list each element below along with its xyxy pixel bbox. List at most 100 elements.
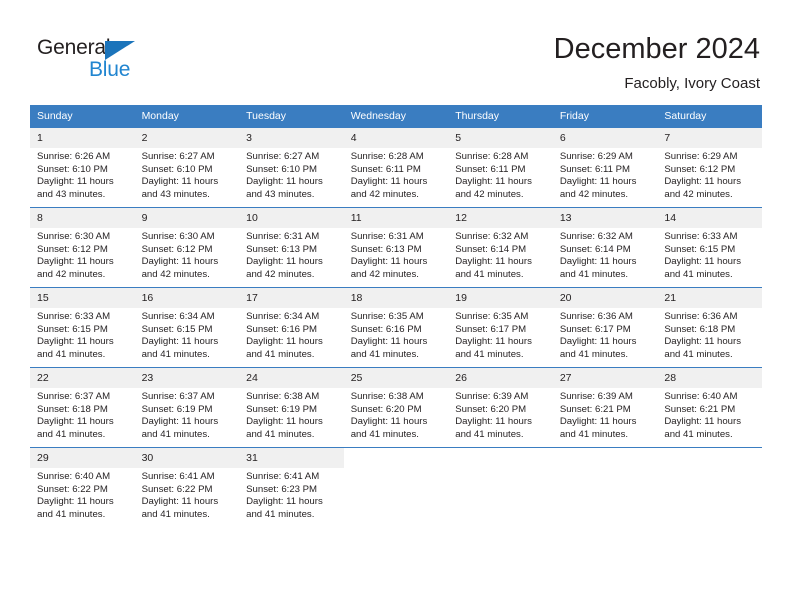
day-details: Sunrise: 6:35 AM Sunset: 6:16 PM Daylight:… xyxy=(344,308,449,361)
day-details: Sunrise: 6:38 AM Sunset: 6:19 PM Daylight:… xyxy=(239,388,344,441)
calendar-day-cell[interactable]: 30 Sunrise: 6:41 AM Sunset: 6:22 PM Dayligh… xyxy=(134,447,240,527)
calendar-day-cell[interactable]: 24 Sunrise: 6:38 AM Sunset: 6:19 PM Dayligh… xyxy=(239,367,344,448)
day-number xyxy=(657,448,762,468)
sunset-text: Sunset: 6:21 PM xyxy=(664,403,736,415)
sunset-text: Sunset: 6:10 PM xyxy=(37,163,108,175)
calendar-day-cell[interactable]: 17 Sunrise: 6:34 AM Sunset: 6:16 PM Dayligh… xyxy=(239,287,344,368)
day-details: Sunrise: 6:27 AM Sunset: 6:10 PM Daylight:… xyxy=(135,148,240,201)
sunset-text: Sunset: 6:19 PM xyxy=(246,403,318,415)
sunrise-text: Sunrise: 6:30 AM xyxy=(141,231,215,242)
calendar-day-cell[interactable]: 11 Sunrise: 6:31 AM Sunset: 6:13 PM Dayligh… xyxy=(343,207,449,288)
sunset-text: Sunset: 6:21 PM xyxy=(559,403,631,415)
sunset-text: Sunset: 6:11 PM xyxy=(350,163,421,175)
day-number: 14 xyxy=(657,208,762,228)
sunrise-text: Sunrise: 6:32 AM xyxy=(559,231,633,242)
sunrise-text: Sunrise: 6:41 AM xyxy=(141,471,215,482)
sunset-text: Sunset: 6:12 PM xyxy=(141,243,213,255)
daylight-text: Daylight: 11 hours and 42 minutes. xyxy=(350,256,428,280)
day-details: Sunrise: 6:28 AM Sunset: 6:11 PM Daylight:… xyxy=(344,148,449,201)
calendar-day-cell[interactable]: 7 Sunrise: 6:29 AM Sunset: 6:12 PM Daylight… xyxy=(657,127,762,208)
day-details: Sunrise: 6:26 AM Sunset: 6:10 PM Daylight:… xyxy=(30,148,135,201)
sunset-text: Sunset: 6:20 PM xyxy=(455,403,527,415)
calendar-day-cell[interactable]: 21 Sunrise: 6:36 AM Sunset: 6:18 PM Dayligh… xyxy=(657,287,762,368)
sunrise-text: Sunrise: 6:29 AM xyxy=(664,151,738,162)
day-number xyxy=(448,448,553,468)
calendar-day-cell[interactable]: 28 Sunrise: 6:40 AM Sunset: 6:21 PM Dayligh… xyxy=(657,367,762,448)
calendar-day-cell[interactable]: 15 Sunrise: 6:33 AM Sunset: 6:15 PM Dayligh… xyxy=(30,287,135,368)
calendar-day-cell[interactable]: 1 Sunrise: 6:26 AM Sunset: 6:10 PM Daylight… xyxy=(30,127,135,208)
calendar-day-cell[interactable]: 31 Sunrise: 6:41 AM Sunset: 6:23 PM Dayligh… xyxy=(239,447,344,527)
day-details: Sunrise: 6:33 AM Sunset: 6:15 PM Daylight:… xyxy=(657,228,762,281)
daylight-text: Daylight: 11 hours and 41 minutes. xyxy=(350,416,428,440)
sunrise-text: Sunrise: 6:36 AM xyxy=(559,311,633,322)
day-number: 5 xyxy=(448,128,553,148)
daylight-text: Daylight: 11 hours and 41 minutes. xyxy=(141,336,219,360)
day-number: 2 xyxy=(134,128,240,148)
sunset-text: Sunset: 6:15 PM xyxy=(141,323,213,335)
day-number: 27 xyxy=(552,368,658,388)
day-number: 16 xyxy=(134,288,240,308)
daylight-text: Daylight: 11 hours and 42 minutes. xyxy=(350,176,428,200)
day-number: 3 xyxy=(239,128,344,148)
calendar-day-cell[interactable]: 12 Sunrise: 6:32 AM Sunset: 6:14 PM Dayligh… xyxy=(448,207,553,288)
calendar-day-cell[interactable]: 18 Sunrise: 6:35 AM Sunset: 6:16 PM Dayligh… xyxy=(343,287,449,368)
sunset-text: Sunset: 6:22 PM xyxy=(37,483,108,495)
calendar-day-cell[interactable]: 10 Sunrise: 6:31 AM Sunset: 6:13 PM Dayligh… xyxy=(239,207,344,288)
sunrise-text: Sunrise: 6:39 AM xyxy=(455,391,529,402)
calendar-day-cell[interactable]: 23 Sunrise: 6:37 AM Sunset: 6:19 PM Dayligh… xyxy=(134,367,240,448)
day-details: Sunrise: 6:36 AM Sunset: 6:18 PM Daylight:… xyxy=(657,308,762,361)
daylight-text: Daylight: 11 hours and 41 minutes. xyxy=(664,336,741,360)
daylight-text: Daylight: 11 hours and 43 minutes. xyxy=(141,176,219,200)
calendar-day-cell[interactable]: 14 Sunrise: 6:33 AM Sunset: 6:15 PM Dayligh… xyxy=(657,207,762,288)
daylight-text: Daylight: 11 hours and 43 minutes. xyxy=(246,176,323,200)
calendar-empty-cell xyxy=(448,447,553,527)
calendar-week-row: 29 Sunrise: 6:40 AM Sunset: 6:22 PM Dayligh… xyxy=(30,447,762,527)
sunrise-text: Sunrise: 6:41 AM xyxy=(246,471,320,482)
sunrise-text: Sunrise: 6:40 AM xyxy=(664,391,738,402)
day-number: 18 xyxy=(343,288,449,308)
day-number: 15 xyxy=(30,288,135,308)
daylight-text: Daylight: 11 hours and 41 minutes. xyxy=(559,336,637,360)
calendar-day-cell[interactable]: 13 Sunrise: 6:32 AM Sunset: 6:14 PM Dayligh… xyxy=(552,207,658,288)
daylight-text: Daylight: 11 hours and 41 minutes. xyxy=(455,256,532,280)
calendar-day-cell[interactable]: 26 Sunrise: 6:39 AM Sunset: 6:20 PM Dayligh… xyxy=(448,367,553,448)
calendar-day-cell[interactable]: 20 Sunrise: 6:36 AM Sunset: 6:17 PM Dayligh… xyxy=(552,287,658,368)
calendar-week-row: 22 Sunrise: 6:37 AM Sunset: 6:18 PM Dayligh… xyxy=(30,367,762,448)
calendar-day-cell[interactable]: 19 Sunrise: 6:35 AM Sunset: 6:17 PM Dayligh… xyxy=(448,287,553,368)
sunset-text: Sunset: 6:15 PM xyxy=(37,323,108,335)
sunset-text: Sunset: 6:16 PM xyxy=(246,323,318,335)
day-details: Sunrise: 6:30 AM Sunset: 6:12 PM Daylight:… xyxy=(135,228,240,281)
sunrise-text: Sunrise: 6:27 AM xyxy=(141,151,215,162)
general-blue-logo[interactable]: General Blue xyxy=(37,36,197,88)
sunset-text: Sunset: 6:11 PM xyxy=(559,163,631,175)
daylight-text: Daylight: 11 hours and 42 minutes. xyxy=(559,176,637,200)
day-details: Sunrise: 6:41 AM Sunset: 6:22 PM Daylight:… xyxy=(135,468,240,521)
calendar-day-cell[interactable]: 4 Sunrise: 6:28 AM Sunset: 6:11 PM Daylight… xyxy=(343,127,449,208)
calendar-day-cell[interactable]: 16 Sunrise: 6:34 AM Sunset: 6:15 PM Dayligh… xyxy=(134,287,240,368)
calendar-day-cell[interactable]: 3 Sunrise: 6:27 AM Sunset: 6:10 PM Daylight… xyxy=(239,127,344,208)
daylight-text: Daylight: 11 hours and 41 minutes. xyxy=(37,416,114,440)
day-number: 1 xyxy=(30,128,135,148)
day-number: 12 xyxy=(448,208,553,228)
sunset-text: Sunset: 6:22 PM xyxy=(141,483,213,495)
sunrise-text: Sunrise: 6:33 AM xyxy=(664,231,738,242)
day-details: Sunrise: 6:32 AM Sunset: 6:14 PM Daylight:… xyxy=(553,228,658,281)
logo-text-blue: Blue xyxy=(89,58,131,81)
calendar-day-cell[interactable]: 22 Sunrise: 6:37 AM Sunset: 6:18 PM Dayligh… xyxy=(30,367,135,448)
sunset-text: Sunset: 6:18 PM xyxy=(37,403,108,415)
calendar-day-cell[interactable]: 27 Sunrise: 6:39 AM Sunset: 6:21 PM Dayligh… xyxy=(552,367,658,448)
day-details: Sunrise: 6:32 AM Sunset: 6:14 PM Daylight:… xyxy=(448,228,553,281)
sunrise-text: Sunrise: 6:30 AM xyxy=(37,231,111,242)
daylight-text: Daylight: 11 hours and 41 minutes. xyxy=(664,416,741,440)
calendar-day-cell[interactable]: 29 Sunrise: 6:40 AM Sunset: 6:22 PM Dayligh… xyxy=(30,447,135,527)
calendar-week-row: 8 Sunrise: 6:30 AM Sunset: 6:12 PM Daylight… xyxy=(30,207,762,288)
sunset-text: Sunset: 6:17 PM xyxy=(455,323,527,335)
calendar-day-cell[interactable]: 6 Sunrise: 6:29 AM Sunset: 6:11 PM Daylight… xyxy=(552,127,658,208)
sunrise-text: Sunrise: 6:34 AM xyxy=(141,311,215,322)
calendar-day-cell[interactable]: 8 Sunrise: 6:30 AM Sunset: 6:12 PM Daylight… xyxy=(30,207,135,288)
calendar-day-cell[interactable]: 9 Sunrise: 6:30 AM Sunset: 6:12 PM Daylight… xyxy=(134,207,240,288)
calendar-day-cell[interactable]: 25 Sunrise: 6:38 AM Sunset: 6:20 PM Dayligh… xyxy=(343,367,449,448)
calendar-day-cell[interactable]: 5 Sunrise: 6:28 AM Sunset: 6:11 PM Daylight… xyxy=(448,127,553,208)
calendar-day-cell[interactable]: 2 Sunrise: 6:27 AM Sunset: 6:10 PM Daylight… xyxy=(134,127,240,208)
day-number: 28 xyxy=(657,368,762,388)
